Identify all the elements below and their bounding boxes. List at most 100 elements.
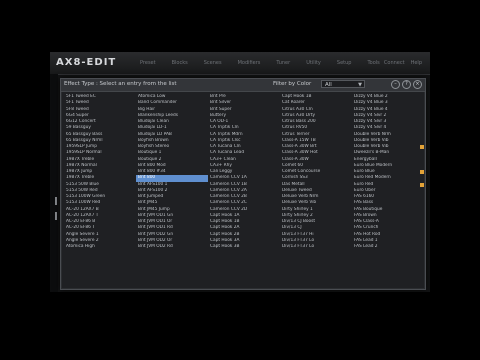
list-item[interactable]: FAS Lead 2 — [352, 244, 424, 250]
list-item-label: Brit JVM OD2 Rd — [138, 244, 173, 249]
menu-item-connect[interactable]: Connect — [384, 60, 405, 66]
list-item-label: FAS Boutique — [354, 206, 383, 212]
list-item-label: Bludojai Clean — [138, 119, 169, 124]
list-item-label: Boutique 1 — [138, 150, 162, 156]
list-column: Capt Hook 1B Cat Roarer Citrus A30 Cln Citr… — [280, 94, 352, 250]
list-item-label: AC-20 EF86 T — [66, 225, 95, 231]
menu-item-modifiers[interactable]: Modifiers — [238, 60, 261, 66]
list-item-label: 1987X Jump — [66, 169, 93, 174]
list-item-label: 6G4 Super — [66, 112, 89, 118]
list-item-label: FAS Lead 2 — [354, 244, 378, 249]
list-item-label: Deluxe Tweed — [282, 187, 312, 193]
list-item-label: FAS Hot Rod — [354, 231, 381, 237]
list-item-label: Double Verb Vib — [354, 144, 389, 149]
list-item-label: 5153 100W Red — [66, 200, 101, 206]
list-item-label: CA Triptik Mdrn — [210, 131, 243, 137]
side-handle-upper[interactable] — [55, 197, 57, 205]
list-item-label: 1987X Normal — [66, 162, 97, 168]
list-column: 5F1 Tweed EC 5F1 Tweed 5F8 Tweed 6G4 Super 6… — [64, 94, 136, 250]
top-menu: Preset Blocks Scenes Modifiers Tuner Utility S… — [140, 60, 380, 66]
menu-item-help[interactable]: Help — [411, 60, 422, 66]
list-item-label: Blankenship Leeds — [138, 112, 179, 118]
list-item-label: 5F8 Tweed — [66, 106, 89, 112]
menu-item-preset[interactable]: Preset — [140, 60, 156, 66]
list-item-label: Cameron CCV 1A — [210, 175, 247, 181]
chevron-down-icon: ▼ — [358, 82, 362, 88]
list-column: Atomica Low Band Commander Big Hair Blanken… — [136, 94, 208, 250]
list-item-label: FAS Bass — [354, 200, 374, 206]
effect-type-list: 5F1 Tweed EC 5F1 Tweed 5F8 Tweed 6G4 Super 6… — [62, 92, 424, 288]
list-item-label: Div/13 FT37 Lo — [282, 244, 315, 249]
list-item-label: Cameron CCV 2D — [210, 206, 248, 212]
minimize-icon[interactable]: – — [391, 80, 400, 89]
list-item-label: Bludojai LD-1 — [138, 125, 167, 131]
top-menu-right: Connect Help — [384, 60, 422, 66]
left-strip — [50, 74, 58, 292]
list-item-label: 5F1 Tweed EC — [66, 94, 96, 99]
filter-value: All — [325, 82, 332, 88]
list-column: Brit Pre Brit Silver Brit Super Buttery CA O… — [208, 94, 280, 250]
list-item-label: Capt Hook 2B — [210, 231, 240, 237]
list-item-label: 65 Bassguy Nrml — [66, 137, 103, 143]
list-item-label: Capt Hook 1B — [282, 94, 312, 99]
list-item[interactable]: Atomica High — [64, 244, 136, 250]
list-item-label: Boyfish Brown — [138, 137, 169, 143]
list-item-label: Boutique 2 — [138, 156, 162, 162]
list-item-label: Brit Jumped — [138, 194, 164, 199]
list-item-label: Div/13 CJ — [282, 225, 302, 231]
list-item-label: Dizzy V4 Slvr 2 — [354, 112, 387, 118]
list-item[interactable]: Brit JVM OD2 Rd — [136, 244, 208, 250]
list-item-label: Euro Blue — [354, 169, 375, 174]
list-item-label: Brit JVM OD1 Or — [138, 219, 173, 224]
list-item-label: Brit 800 #34 — [138, 169, 166, 174]
list-item-label: FAS Class-A — [354, 219, 379, 224]
side-handle-lower[interactable] — [55, 212, 57, 220]
list-item-label: Deluxe Verb Nrm — [282, 194, 319, 199]
list-item-label: Double Verb Nrm — [354, 131, 391, 137]
list-item-label: Brit Pre — [210, 94, 226, 99]
list-item[interactable]: Div/13 FT37 Lo — [280, 244, 352, 250]
list-item-label: Brit JVM OD1 Gn — [138, 212, 174, 218]
list-item-label: FAS Crunch — [354, 225, 379, 231]
menu-item-scenes[interactable]: Scenes — [204, 60, 222, 66]
list-item-label: Dizzy V4 Slvr 4 — [354, 125, 387, 131]
list-item-label: CA Tucana Lead — [210, 150, 245, 156]
list-item-label: Citrus A30 Drty — [282, 112, 316, 118]
help-icon[interactable]: ? — [402, 80, 411, 89]
filter-color-select[interactable]: All ▼ — [321, 80, 365, 88]
list-item-label: Brit Silver — [210, 100, 232, 106]
list-item-label: Cat Roarer — [282, 100, 305, 106]
list-item-label: CA Triptik Clsc — [210, 137, 241, 143]
list-item-label: Double Verb Vib — [354, 137, 389, 143]
list-item-label: Class-A 30W — [282, 156, 309, 162]
list-item-label: Band Commander — [138, 100, 177, 106]
list-item-label: Citrus Bass 200 — [282, 119, 316, 124]
list-item-label: Citrus A30 Cln — [282, 106, 313, 112]
menu-item-utility[interactable]: Utility — [306, 60, 321, 66]
menu-item-tools[interactable]: Tools — [367, 60, 379, 66]
menu-item-blocks[interactable]: Blocks — [172, 60, 188, 66]
list-item-label: CA OD-1 — [210, 119, 229, 124]
list-item-label: 65 Bassguy Bass — [66, 131, 103, 137]
color-mark-icon — [420, 182, 424, 187]
list-item-label: Cornish SS3 — [282, 175, 308, 181]
menu-item-tuner[interactable]: Tuner — [276, 60, 290, 66]
list-item-label: Class-A 15W TB — [282, 137, 316, 143]
dialog-title: Effect Type : Select an entry from the l… — [64, 81, 177, 87]
list-item[interactable]: Capt Hook 3B — [208, 244, 280, 250]
list-item-label: 59 Bassguy — [66, 125, 91, 131]
list-item-label: CA3+ Clean — [210, 156, 236, 162]
list-item-label: Atomica Low — [138, 94, 166, 99]
list-item-label: 5F1 Tweed — [66, 100, 89, 106]
menu-item-setup[interactable]: Setup — [337, 60, 352, 66]
list-item-label: Capt Hook 2A — [210, 225, 240, 231]
list-item-label: Angle Severe 1 — [66, 231, 99, 237]
list-item-label: 5153 50W Blue — [66, 181, 99, 187]
app-header: AX8-EDIT Preset Blocks Scenes Modifiers Tune… — [50, 52, 430, 75]
list-item-label: Brit AFS100 2 — [138, 187, 168, 193]
list-item-label: 1987X Treble — [66, 175, 95, 181]
close-icon[interactable]: × — [413, 80, 422, 89]
list-item-label: CA3+ Rhy — [210, 162, 232, 168]
list-item-label: Dirty Shirley 2 — [282, 212, 313, 218]
list-item-label: Div/13 FT37 Lo — [282, 237, 315, 243]
